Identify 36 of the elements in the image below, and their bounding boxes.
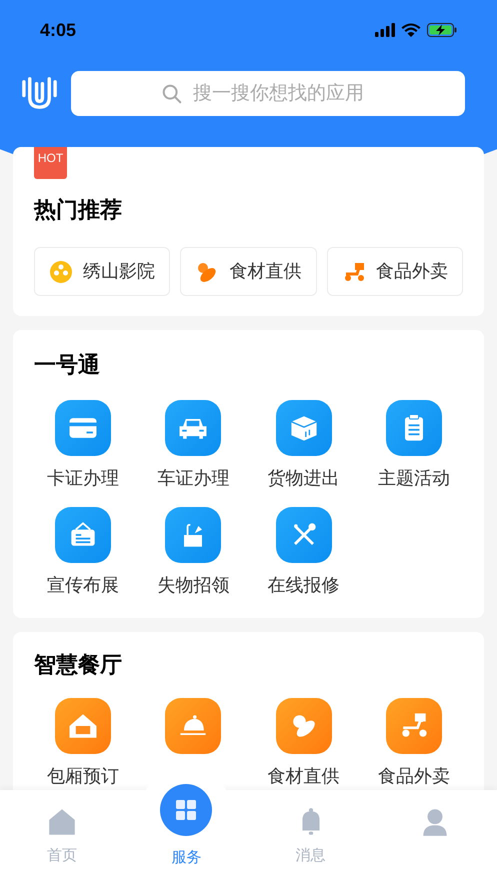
app-label: 食材直供 [268,765,340,788]
section-title: 智慧餐厅 [32,652,123,678]
app-tile[interactable] [386,698,442,754]
app-tile[interactable] [276,507,332,563]
app-label: 包厢预订 [47,765,120,788]
film-reel-icon [49,260,74,284]
section-title: 热门推荐 [34,197,123,223]
app-tile[interactable] [276,400,332,456]
app-tile[interactable] [55,507,112,563]
app-tile[interactable] [165,400,222,456]
wifi-icon [401,23,421,37]
app-tile[interactable] [55,698,112,754]
app-label: 宣传布展 [47,574,120,597]
hot-app-chip[interactable]: 绣山影院 [34,247,170,296]
app-label: 食品外卖 [378,765,450,788]
battery-charging-icon [427,23,457,37]
app-label: 失物招领 [157,574,230,597]
app-label: 货物进出 [268,467,340,490]
app-label: 车证办理 [157,467,230,490]
hot-app-chip[interactable]: 食品外卖 [326,247,463,296]
hot-badge-text: HOT [38,151,64,165]
app-label: 主题活动 [378,467,450,490]
app-tile[interactable] [165,698,222,754]
app-tile[interactable] [276,698,332,754]
app-label: 卡证办理 [47,467,120,490]
app-tile[interactable] [165,507,222,563]
section-title: 一号通 [33,352,101,378]
app-tile[interactable] [386,400,442,456]
search-field[interactable]: 搜一搜你想找的应用 [71,71,465,116]
signal-icon [375,23,395,37]
status-time: 4:05 [40,18,76,42]
tab-item[interactable]: 服务 [124,784,248,883]
hot-app-chip[interactable]: 食材直供 [180,247,317,296]
app-label: 在线报修 [268,574,340,597]
app-tile[interactable] [55,400,112,456]
search-icon [161,83,183,105]
